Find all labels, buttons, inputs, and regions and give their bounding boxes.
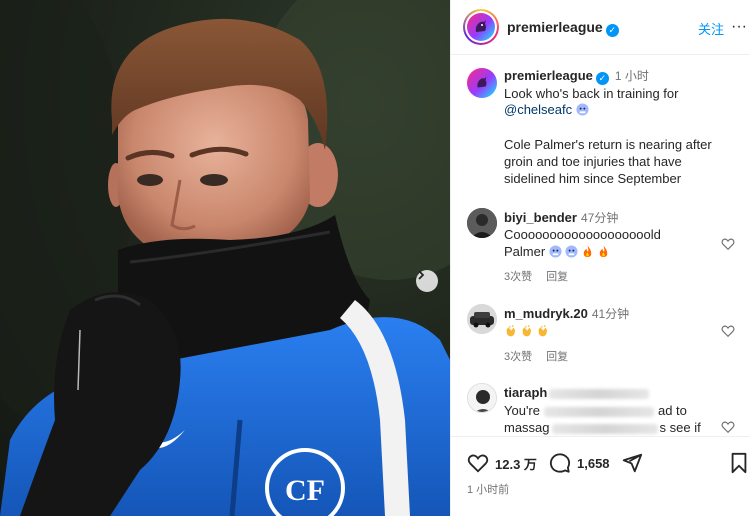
comment-count: 1,658 bbox=[577, 455, 610, 471]
comment-text-2: Palmer bbox=[504, 243, 613, 260]
fire-emoji-icon bbox=[583, 245, 592, 258]
comment-header: m_mudryk.20 41分钟 bbox=[504, 305, 629, 323]
comment-text-start: massag bbox=[504, 420, 550, 435]
car-photo-icon bbox=[467, 304, 497, 334]
comment-text-1: Cooooooooooooooooooold bbox=[504, 227, 661, 242]
post-header: premierleague ✓ 关注 ··· bbox=[451, 0, 750, 55]
user-photo-icon bbox=[467, 208, 497, 238]
premier-league-lion-icon bbox=[475, 20, 486, 32]
comment-avatar[interactable] bbox=[467, 383, 497, 413]
comment-username[interactable]: tiaraph bbox=[504, 385, 547, 400]
player-photo: CF bbox=[0, 0, 450, 516]
comment-bubble-icon bbox=[549, 453, 571, 473]
caption-username[interactable]: premierleague bbox=[504, 68, 593, 83]
comment-meta: 3次赞 回复 bbox=[504, 348, 582, 364]
caption-line-1: Look who's back in training for bbox=[504, 86, 679, 101]
posted-time: 1 小时前 bbox=[467, 484, 510, 496]
comment-time: 41分钟 bbox=[591, 307, 630, 321]
chevron-right-icon bbox=[418, 270, 425, 280]
comment-text-end: ad to bbox=[657, 403, 687, 418]
fire-emoji-icon bbox=[599, 245, 608, 258]
redacted-text bbox=[551, 423, 658, 434]
caption-avatar[interactable] bbox=[467, 68, 497, 98]
reply-button[interactable]: 回复 bbox=[546, 271, 568, 283]
clapping-hands-emoji-icon bbox=[538, 325, 547, 337]
caption-time: 1 小时 bbox=[614, 69, 649, 83]
save-button[interactable] bbox=[729, 452, 749, 474]
comment-text-2: massag s see if bbox=[504, 419, 701, 436]
user-photo-icon bbox=[468, 384, 496, 412]
clapping-hands-emoji-icon bbox=[522, 325, 531, 337]
comment-username[interactable]: m_mudryk.20 bbox=[504, 306, 588, 321]
comment-likes[interactable]: 3次赞 bbox=[504, 351, 532, 363]
share-button[interactable] bbox=[621, 452, 643, 474]
reply-button[interactable]: 回复 bbox=[546, 351, 568, 363]
redacted-text bbox=[543, 406, 654, 417]
comment-text-word: Palmer bbox=[504, 244, 546, 259]
comment-username[interactable]: biyi_bender bbox=[504, 210, 577, 225]
comment-emojis bbox=[504, 323, 552, 340]
comment-text-start: You're bbox=[504, 403, 540, 418]
premier-league-lion-icon bbox=[477, 76, 487, 88]
svg-text:CF: CF bbox=[285, 474, 325, 507]
heart-outline-icon[interactable] bbox=[721, 324, 735, 338]
comment-likes[interactable]: 3次赞 bbox=[504, 271, 532, 283]
like-count: 12.3 万 bbox=[495, 456, 537, 472]
comment-text-1: You're ad to bbox=[504, 402, 687, 419]
comment-meta: 3次赞 回复 bbox=[504, 268, 582, 284]
post-image[interactable]: CF bbox=[0, 0, 450, 516]
paper-plane-icon bbox=[622, 453, 643, 473]
cold-face-emoji-icon bbox=[565, 245, 578, 258]
post-panel: premierleague ✓ 关注 ··· premierleague ✓ 1 小时… bbox=[450, 0, 750, 516]
comment-header: tiaraph bbox=[504, 384, 650, 401]
caption-line-3: groin and toe injuries that have bbox=[504, 154, 682, 169]
action-bar: 12.3 万 1,658 1 小时前 bbox=[451, 436, 750, 516]
more-options-icon[interactable]: ··· bbox=[731, 18, 747, 36]
comment-button[interactable]: 1,658 bbox=[549, 452, 610, 474]
comments-scroll[interactable]: premierleague ✓ 1 小时 Look who's back in tr… bbox=[451, 56, 750, 436]
carousel-next-button[interactable] bbox=[416, 270, 438, 292]
comment-time: 47分钟 bbox=[580, 211, 619, 225]
caption-header: premierleague ✓ 1 小时 bbox=[504, 67, 649, 85]
redacted-text bbox=[549, 388, 650, 399]
cold-face-emoji-icon bbox=[576, 103, 589, 116]
follow-button[interactable]: 关注 bbox=[698, 19, 724, 38]
verified-badge-icon: ✓ bbox=[605, 24, 619, 37]
heart-outline-icon bbox=[467, 454, 489, 473]
clapping-hands-emoji-icon bbox=[506, 325, 515, 337]
caption-line-2: Cole Palmer's return is nearing after bbox=[504, 137, 712, 152]
comment-text-end: s see if bbox=[659, 420, 701, 435]
cold-face-emoji-icon bbox=[549, 245, 562, 258]
comment-header: biyi_bender 47分钟 bbox=[504, 209, 618, 227]
heart-outline-icon[interactable] bbox=[721, 420, 735, 434]
heart-outline-icon[interactable] bbox=[721, 237, 735, 251]
mention-link[interactable]: @chelseafc bbox=[504, 102, 572, 117]
account-username[interactable]: premierleague bbox=[507, 19, 603, 35]
like-button[interactable]: 12.3 万 bbox=[467, 452, 537, 474]
caption-mention-line: @chelseafc bbox=[504, 101, 592, 118]
comment-avatar[interactable] bbox=[467, 304, 497, 334]
comment-avatar[interactable] bbox=[467, 208, 497, 238]
account-avatar[interactable] bbox=[463, 9, 499, 45]
caption-line-4: sidelined him since September bbox=[504, 171, 682, 186]
bookmark-icon bbox=[731, 452, 747, 474]
verified-badge-icon: ✓ bbox=[595, 72, 609, 85]
